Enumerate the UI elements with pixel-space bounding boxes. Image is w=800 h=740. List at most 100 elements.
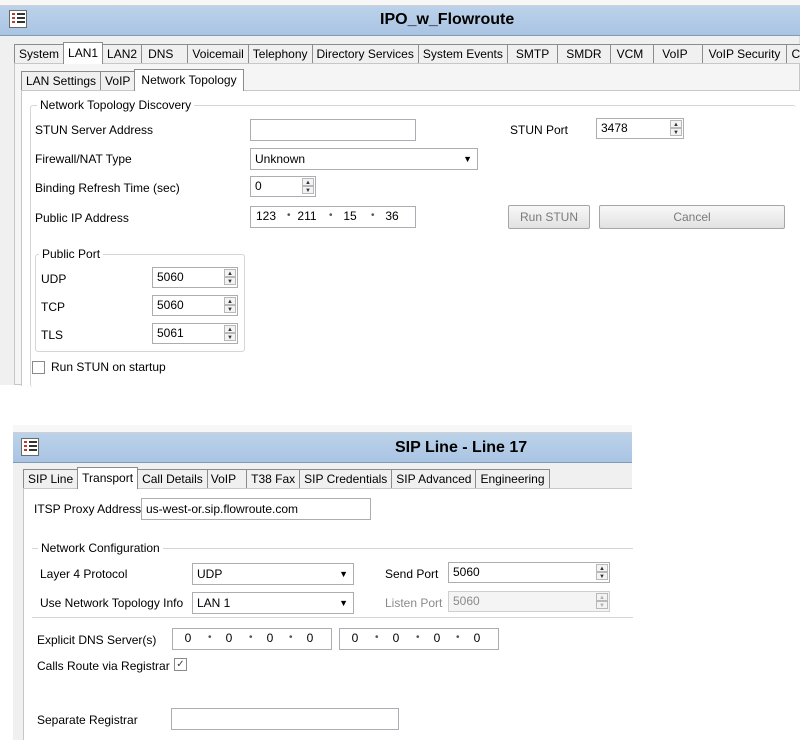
firewall-nat-value: Unknown bbox=[255, 152, 306, 166]
public-ip-input[interactable]: 123 • 211 • 15 • 36 bbox=[250, 206, 416, 228]
window1-title: IPO_w_Flowroute bbox=[380, 11, 515, 28]
network-config-title: Network Configuration bbox=[38, 541, 163, 555]
lan1-panel: LAN Settings VoIP Network Topology Netwo… bbox=[14, 63, 800, 387]
dns2-octet-4: 0 bbox=[473, 631, 481, 645]
window2-tabstrip: SIP Line Transport Call Details VoIP T38… bbox=[23, 467, 550, 489]
tab-overflow[interactable]: C bbox=[786, 44, 800, 64]
network-topology-select[interactable]: LAN 1 ▼ bbox=[192, 592, 354, 614]
ip-dot: • bbox=[289, 632, 293, 643]
spin-up-down-icon[interactable]: ▲ ▼ bbox=[224, 269, 236, 285]
udp-port-input[interactable]: 5060 ▲ ▼ bbox=[152, 267, 238, 288]
tcp-port-input[interactable]: 5060 ▲ ▼ bbox=[152, 295, 238, 316]
tab-t38-fax[interactable]: T38 Fax bbox=[246, 469, 301, 489]
run-stun-startup-checkbox[interactable] bbox=[32, 361, 45, 374]
dns-server-1-input[interactable]: 0 • 0 • 0 • 0 bbox=[172, 628, 332, 650]
cancel-button[interactable]: Cancel bbox=[599, 205, 785, 229]
ip-dot: • bbox=[287, 210, 291, 221]
run-stun-button[interactable]: Run STUN bbox=[508, 205, 590, 229]
tab-smtp[interactable]: SMTP bbox=[506, 44, 559, 64]
tab-vcm[interactable]: VCM bbox=[609, 44, 655, 64]
stun-port-input[interactable]: 3478 ▲ ▼ bbox=[596, 118, 684, 139]
tls-label: TLS bbox=[41, 328, 64, 342]
tab-sip-line[interactable]: SIP Line bbox=[23, 469, 79, 489]
tab-lan2[interactable]: LAN2 bbox=[102, 44, 143, 64]
list-menu-icon[interactable] bbox=[9, 10, 27, 28]
public-ip-label: Public IP Address bbox=[35, 211, 129, 225]
top-strip bbox=[13, 425, 632, 433]
tab-call-details[interactable]: Call Details bbox=[137, 469, 208, 489]
public-ip-octet-1: 123 bbox=[255, 209, 277, 223]
tab-sip-advanced[interactable]: SIP Advanced bbox=[391, 469, 477, 489]
binding-refresh-label: Binding Refresh Time (sec) bbox=[35, 181, 180, 195]
itsp-proxy-label: ITSP Proxy Address bbox=[34, 502, 142, 516]
spin-up-down-icon[interactable]: ▲ ▼ bbox=[596, 564, 608, 580]
tab-directory-services[interactable]: Directory Services bbox=[311, 44, 419, 64]
udp-label: UDP bbox=[41, 272, 67, 286]
tab-voicemail[interactable]: Voicemail bbox=[187, 44, 249, 64]
spin-up-down-icon[interactable]: ▲ ▼ bbox=[670, 120, 682, 136]
tab-system-events[interactable]: System Events bbox=[417, 44, 508, 64]
subtab-lan-settings[interactable]: LAN Settings bbox=[21, 71, 102, 91]
tab-telephony[interactable]: Telephony bbox=[247, 44, 313, 64]
tab-voip-security[interactable]: VoIP Security bbox=[701, 44, 788, 64]
tcp-port-value: 5060 bbox=[157, 298, 184, 312]
explicit-dns-label: Explicit DNS Server(s) bbox=[37, 633, 157, 647]
stun-server-label: STUN Server Address bbox=[35, 123, 154, 137]
itsp-proxy-input[interactable]: us-west-or.sip.flowroute.com bbox=[141, 498, 371, 520]
separate-registrar-input[interactable] bbox=[171, 708, 399, 730]
tab-sip-credentials[interactable]: SIP Credentials bbox=[299, 469, 393, 489]
listen-port-label: Listen Port bbox=[385, 596, 443, 610]
send-port-label: Send Port bbox=[385, 567, 439, 581]
dns2-octet-3: 0 bbox=[433, 631, 441, 645]
tab-dns[interactable]: DNS bbox=[141, 44, 189, 64]
tab-voip[interactable]: VoIP bbox=[206, 469, 248, 489]
firewall-nat-select[interactable]: Unknown ▼ bbox=[250, 148, 478, 170]
network-topology-label: Use Network Topology Info bbox=[40, 596, 184, 610]
spin-up-down-icon[interactable]: ▲ ▼ bbox=[224, 297, 236, 313]
public-ip-octet-2: 211 bbox=[297, 209, 317, 223]
spin-up-down-icon[interactable]: ▲ ▼ bbox=[224, 325, 236, 341]
dns1-octet-3: 0 bbox=[266, 631, 274, 645]
tab-smdr[interactable]: SMDR bbox=[557, 44, 611, 64]
stun-server-input[interactable] bbox=[250, 119, 416, 141]
network-topology-discovery-title: Network Topology Discovery bbox=[37, 98, 195, 112]
network-topology-window: IPO_w_Flowroute System LAN1 LAN2 DNS Voi… bbox=[0, 0, 800, 387]
tls-port-input[interactable]: 5061 ▲ ▼ bbox=[152, 323, 238, 344]
itsp-proxy-value: us-west-or.sip.flowroute.com bbox=[146, 502, 299, 516]
firewall-nat-label: Firewall/NAT Type bbox=[35, 152, 132, 166]
lan1-subtabs: LAN Settings VoIP Network Topology bbox=[21, 69, 244, 91]
list-menu-icon[interactable] bbox=[21, 438, 39, 456]
dns2-octet-2: 0 bbox=[392, 631, 400, 645]
ip-dot: • bbox=[208, 632, 212, 643]
layer4-protocol-select[interactable]: UDP ▼ bbox=[192, 563, 354, 585]
public-ip-octet-4: 36 bbox=[385, 209, 399, 223]
send-port-input[interactable]: 5060 ▲ ▼ bbox=[448, 562, 610, 583]
ip-dot: • bbox=[329, 210, 333, 221]
ip-dot: • bbox=[371, 210, 375, 221]
public-port-title: Public Port bbox=[39, 247, 104, 261]
tab-voip[interactable]: VoIP bbox=[653, 44, 703, 64]
tls-port-value: 5061 bbox=[157, 326, 184, 340]
spin-up-down-icon: ▲ ▼ bbox=[596, 593, 608, 609]
ip-dot: • bbox=[416, 632, 420, 643]
transport-panel: ITSP Proxy Address us-west-or.sip.flowro… bbox=[23, 488, 633, 740]
stun-port-label: STUN Port bbox=[510, 123, 569, 137]
subtab-network-topology[interactable]: Network Topology bbox=[134, 69, 244, 91]
calls-route-checkbox[interactable]: ✓ bbox=[174, 658, 187, 671]
tab-engineering[interactable]: Engineering bbox=[475, 469, 550, 489]
calls-route-label: Calls Route via Registrar bbox=[37, 659, 170, 673]
subtab-voip[interactable]: VoIP bbox=[100, 71, 136, 91]
layer4-protocol-label: Layer 4 Protocol bbox=[40, 567, 128, 581]
tab-lan1[interactable]: LAN1 bbox=[63, 42, 104, 64]
dns-server-2-input[interactable]: 0 • 0 • 0 • 0 bbox=[339, 628, 499, 650]
tab-system[interactable]: System bbox=[14, 44, 65, 64]
tab-transport[interactable]: Transport bbox=[77, 467, 139, 489]
binding-refresh-input[interactable]: 0 ▲ ▼ bbox=[250, 176, 316, 197]
spin-up-down-icon[interactable]: ▲ ▼ bbox=[302, 178, 314, 194]
dns1-octet-4: 0 bbox=[306, 631, 314, 645]
layer4-protocol-value: UDP bbox=[197, 567, 223, 581]
dns1-octet-2: 0 bbox=[225, 631, 233, 645]
window2-title: SIP Line - Line 17 bbox=[395, 439, 528, 456]
dns2-octet-1: 0 bbox=[351, 631, 359, 645]
public-ip-octet-3: 15 bbox=[343, 209, 357, 223]
